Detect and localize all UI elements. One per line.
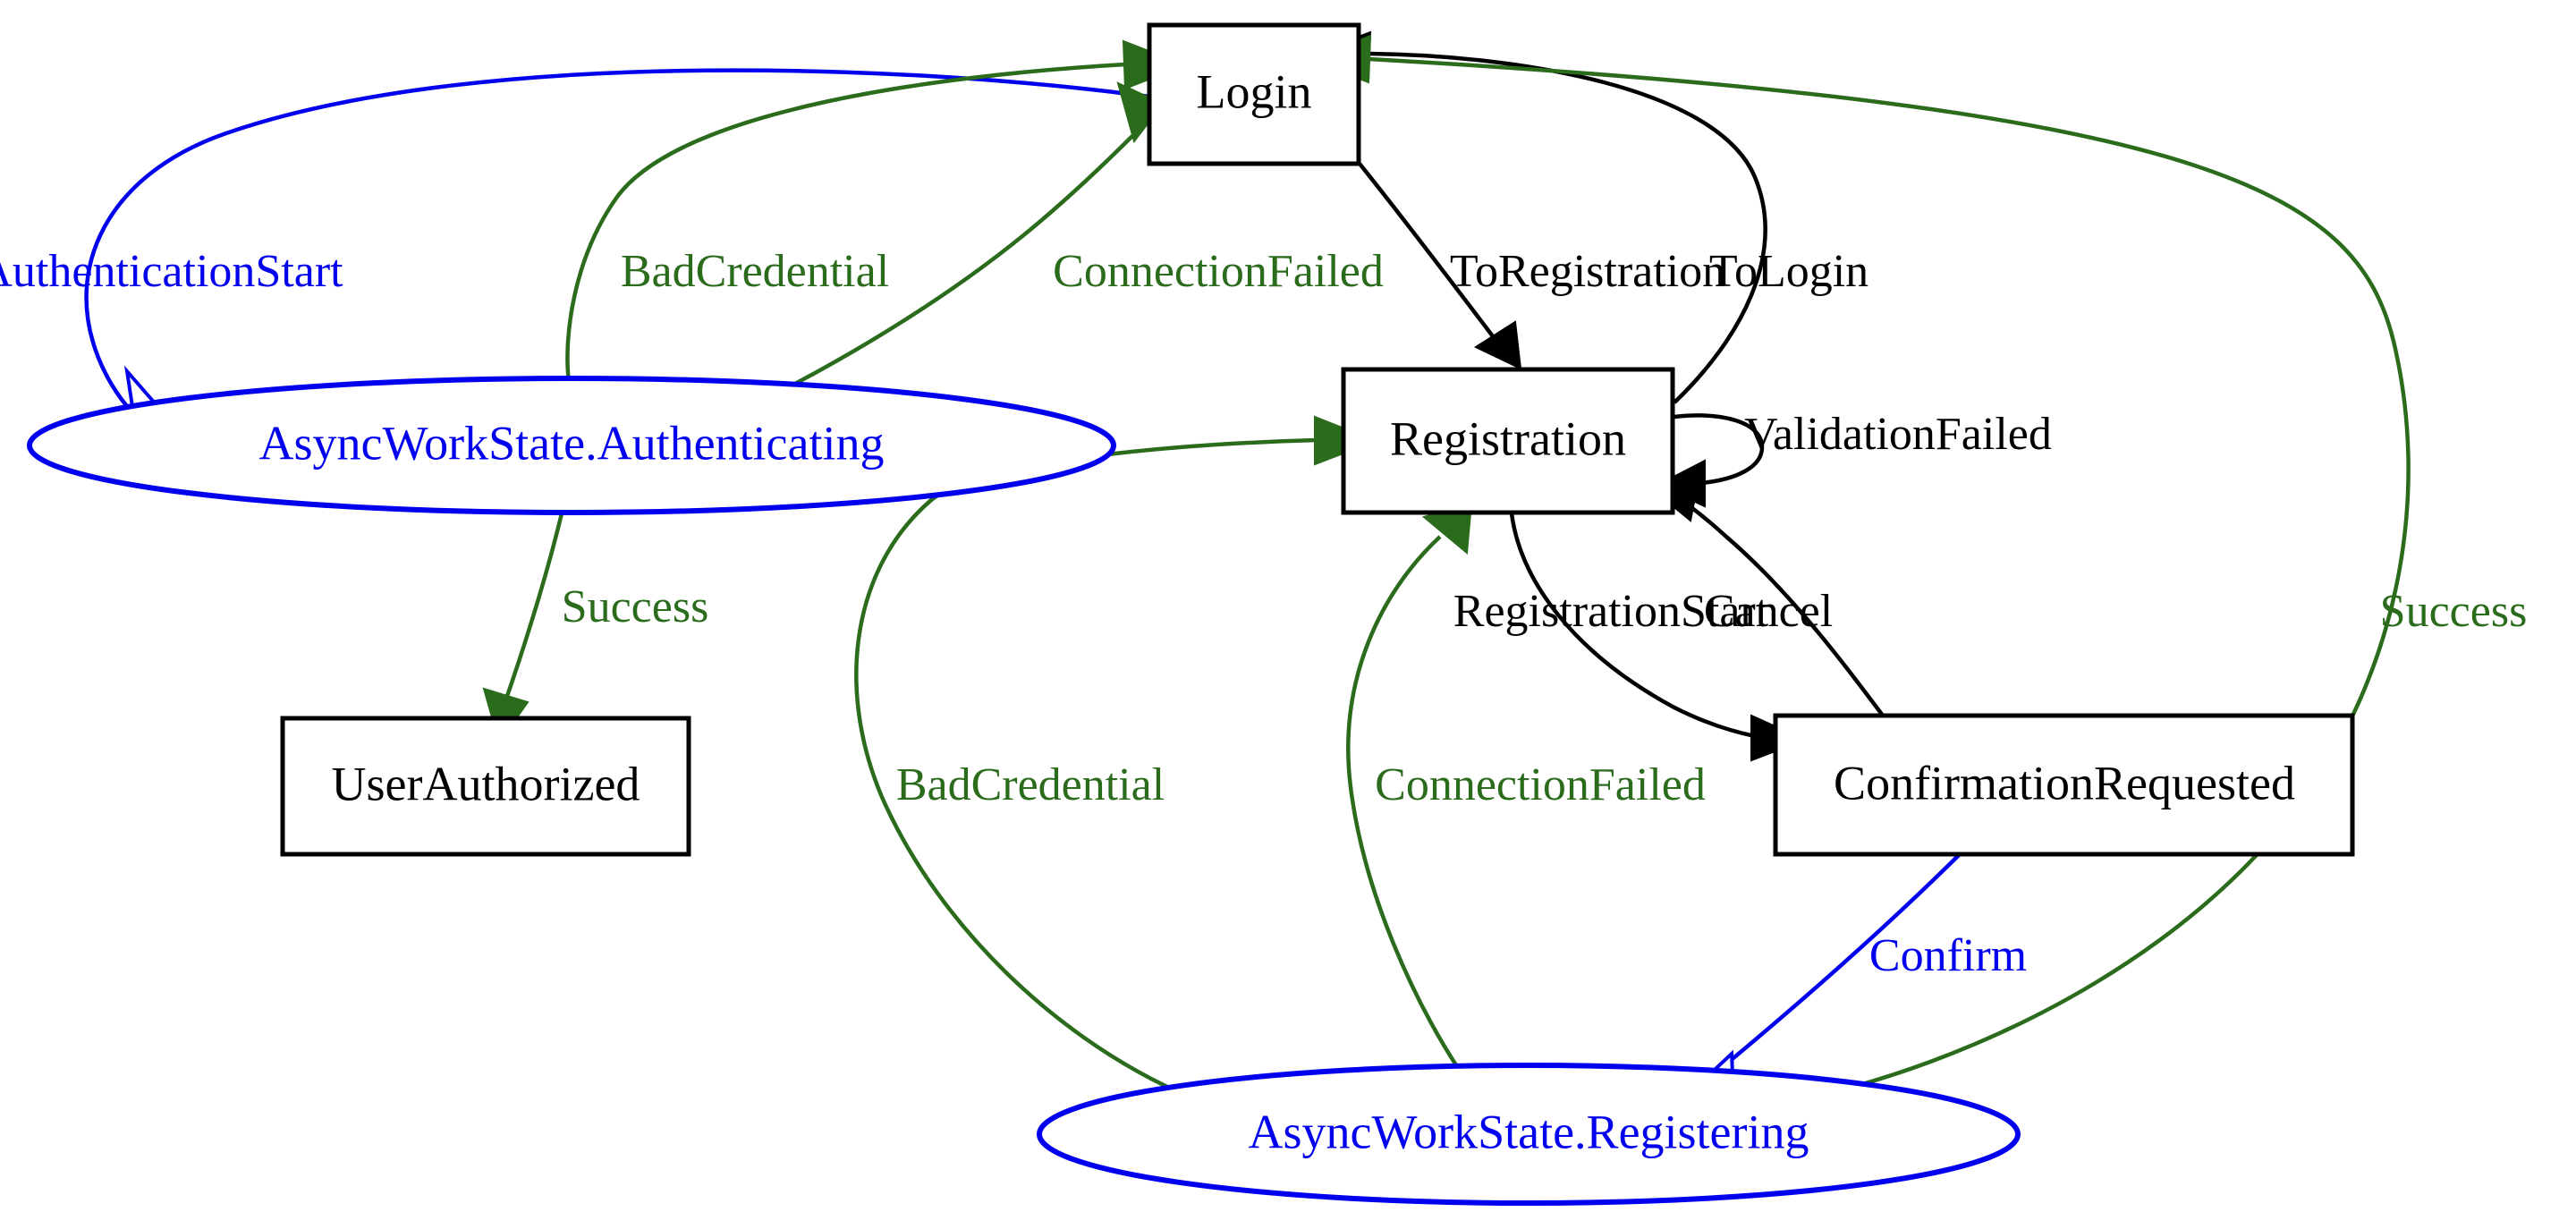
state-label-registering: AsyncWorkState.Registering	[1248, 1105, 1809, 1158]
state-label-authenticating: AsyncWorkState.Authenticating	[259, 416, 885, 470]
edge-label-connection-failed-registering: ConnectionFailed	[1375, 759, 1706, 810]
state-node-authenticating[interactable]: AsyncWorkState.Authenticating	[27, 376, 1116, 515]
state-node-registration[interactable]: Registration	[1341, 367, 1675, 515]
edge-label-bad-credential-auth: BadCredential	[621, 246, 889, 297]
edge-label-connection-failed-auth: ConnectionFailed	[1053, 246, 1384, 297]
state-label-confirmation-requested: ConfirmationRequested	[1834, 756, 2295, 809]
state-diagram-canvas: AuthenticationStart BadCredential Connec…	[0, 0, 2576, 1229]
edge-label-confirm: Confirm	[1869, 930, 2027, 981]
edge-to-login[interactable]: ToLogin	[1308, 30, 1868, 404]
edge-success-authorized[interactable]: Success	[482, 513, 709, 745]
edge-bad-credential-auth[interactable]: BadCredential	[565, 39, 1188, 383]
state-node-login[interactable]: Login	[1147, 22, 1361, 166]
state-label-registration: Registration	[1390, 411, 1626, 465]
edge-label-success-login: Success	[2380, 586, 2528, 637]
edge-label-cancel: Cancel	[1704, 586, 1833, 637]
state-machine-graph: AuthenticationStart BadCredential Connec…	[0, 22, 2528, 1206]
state-label-user-authorized: UserAuthorized	[332, 757, 640, 810]
edge-label-to-login: ToLogin	[1709, 246, 1868, 297]
edge-success-login[interactable]: Success	[1309, 34, 2528, 1089]
edge-bad-credential-registering[interactable]: BadCredential	[854, 415, 1378, 1089]
state-label-login: Login	[1197, 64, 1312, 118]
edge-label-bad-credential-registering: BadCredential	[896, 759, 1165, 810]
edge-to-registration[interactable]: ToRegistration	[1358, 162, 1725, 370]
edge-label-to-registration: ToRegistration	[1450, 246, 1725, 297]
edge-validation-failed[interactable]: ValidationFailed	[1656, 409, 2052, 508]
edge-label-success-authorized: Success	[562, 581, 709, 632]
edge-label-validation-failed: ValidationFailed	[1744, 409, 2052, 460]
state-node-user-authorized[interactable]: UserAuthorized	[280, 716, 691, 857]
edge-label-authentication-start: AuthenticationStart	[0, 246, 343, 297]
edge-registration-start[interactable]: RegistrationStart	[1453, 513, 1808, 762]
state-node-confirmation-requested[interactable]: ConfirmationRequested	[1773, 713, 2355, 857]
state-node-registering[interactable]: AsyncWorkState.Registering	[1037, 1063, 2021, 1206]
